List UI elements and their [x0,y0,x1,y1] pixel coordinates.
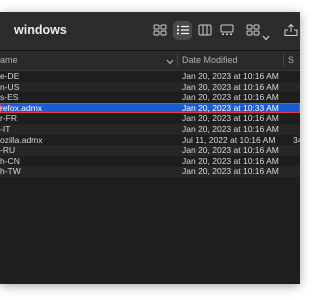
gallery-view-icon[interactable] [220,24,234,36]
file-name: h-TW [0,166,21,177]
share-icon[interactable] [284,24,298,36]
file-row[interactable]: s-ES Jan 20, 2023 at 10:16 AM [0,92,300,103]
file-date: Jan 20, 2023 at 10:16 AM [182,155,279,166]
file-list: e-DE Jan 20, 2023 at 10:16 AM n-US Jan 2… [0,71,300,177]
file-name: n-US [0,81,20,92]
window-title: windows [14,23,67,37]
group-icon[interactable] [246,24,260,36]
column-divider[interactable] [283,54,284,67]
file-name: s-ES [0,92,19,103]
list-view-icon[interactable] [176,24,190,36]
column-header: ame Date Modified S [0,51,300,71]
file-row[interactable]: n-US Jan 20, 2023 at 10:16 AM [0,81,300,93]
file-date: Jan 20, 2023 at 10:16 AM [182,92,279,103]
file-name: h-CN [0,155,20,166]
file-date: Jul 11, 2022 at 10:16 AM [182,134,276,145]
file-name: refox.admx [0,102,43,113]
finder-window: windows ame Date Modified S e-DE Jan 20,… [0,12,300,284]
file-date: Jan 20, 2023 at 10:16 AM [182,123,279,134]
file-row[interactable]: -IT Jan 20, 2023 at 10:16 AM [0,123,300,135]
icon-view-icon[interactable] [153,24,167,36]
chevron-down-icon[interactable] [262,28,270,41]
file-row[interactable]: -RU Jan 20, 2023 at 10:16 AM [0,145,300,156]
file-size: 34 [293,134,300,145]
file-name: e-DE [0,71,20,81]
file-date: Jan 20, 2023 at 10:16 AM [182,113,279,124]
file-name: ozilla.admx [0,134,43,145]
file-row-selected[interactable]: refox.admx Jan 20, 2023 at 10:33 AM [0,102,300,114]
file-row[interactable]: h-TW Jan 20, 2023 at 10:16 AM [0,166,300,177]
sort-chevron-icon [166,57,174,65]
file-date: Jan 20, 2023 at 10:33 AM [182,102,279,113]
column-header-date-modified[interactable]: Date Modified [182,55,238,65]
file-date: Jan 20, 2023 at 10:16 AM [182,145,279,156]
file-date: Jan 20, 2023 at 10:16 AM [182,166,279,177]
file-row[interactable]: e-DE Jan 20, 2023 at 10:16 AM [0,71,300,82]
file-name: -RU [0,145,16,156]
file-date: Jan 20, 2023 at 10:16 AM [182,81,279,92]
file-name: -IT [0,123,11,134]
column-view-icon[interactable] [198,24,212,36]
file-name: r-FR [0,113,17,124]
column-header-size[interactable]: S [288,55,294,65]
column-divider[interactable] [177,54,178,67]
column-header-name[interactable]: ame [0,55,18,65]
file-date: Jan 20, 2023 at 10:16 AM [182,71,279,81]
toolbar: windows [0,12,300,51]
file-row[interactable]: r-FR Jan 20, 2023 at 10:16 AM [0,113,300,124]
file-row[interactable]: h-CN Jan 20, 2023 at 10:16 AM [0,156,300,167]
file-row[interactable]: ozilla.admx Jul 11, 2022 at 10:16 AM 34 [0,135,300,146]
